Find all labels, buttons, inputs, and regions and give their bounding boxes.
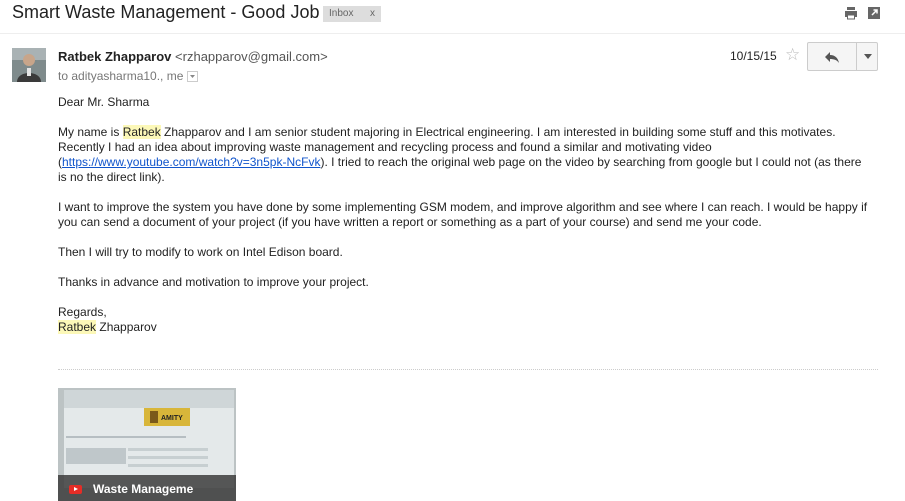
reply-icon[interactable] (824, 50, 840, 64)
thumbnail-image: AMITY (64, 390, 234, 488)
recipients-text: to adityasharma10., me (58, 69, 184, 83)
attachment-divider (58, 369, 878, 370)
youtube-link[interactable]: https://www.youtube.com/watch?v=3n5pk-Nc… (62, 155, 320, 169)
more-dropdown-icon[interactable] (864, 54, 872, 60)
paragraph-3: Then I will try to modify to work on Int… (58, 245, 343, 259)
svg-text:AMITY: AMITY (161, 415, 183, 422)
sender: Ratbek Zhapparov <rzhapparov@gmail.com> (58, 49, 328, 64)
avatar[interactable] (12, 48, 46, 82)
highlight: Ratbek (122, 125, 161, 139)
remove-label-button[interactable]: x (370, 6, 375, 22)
header-divider (0, 33, 905, 34)
paragraph-1: My name is Ratbek Zhapparov and I am sen… (58, 125, 862, 184)
message-body: Dear Mr. Sharma My name is Ratbek Zhappa… (58, 95, 868, 335)
youtube-icon (69, 485, 82, 494)
show-details-dropdown[interactable] (187, 71, 199, 83)
sender-name[interactable]: Ratbek Zhapparov (58, 49, 171, 64)
new-window-icon[interactable] (867, 6, 881, 20)
signature: Regards, Ratbek Zhapparov (58, 305, 157, 334)
inbox-label-text: Inbox (329, 8, 354, 19)
video-title: Waste Manageme (93, 482, 194, 496)
chevron-down-icon (190, 75, 196, 79)
highlight: Ratbek (58, 320, 97, 334)
message-date: 10/15/15 (730, 49, 777, 63)
email-subject: Smart Waste Management - Good Job (12, 2, 320, 22)
reply-button-group (807, 42, 878, 71)
sender-email: <rzhapparov@gmail.com> (175, 49, 328, 64)
video-thumbnail[interactable]: AMITY Waste Manageme (58, 388, 236, 501)
recipients: to adityasharma10., me (58, 69, 199, 83)
print-icon[interactable] (844, 6, 858, 20)
star-icon[interactable]: ☆ (785, 45, 800, 65)
paragraph-4: Thanks in advance and motivation to impr… (58, 275, 369, 289)
greeting: Dear Mr. Sharma (58, 95, 150, 109)
paragraph-2: I want to improve the system you have do… (58, 200, 868, 229)
inbox-label[interactable]: Inbox x (323, 6, 381, 22)
